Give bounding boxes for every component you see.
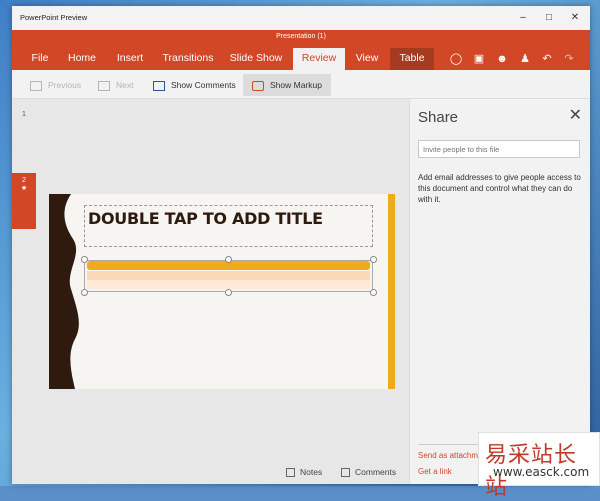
- undo-icon[interactable]: ↶: [540, 52, 554, 66]
- comments-label: Comments: [355, 467, 397, 477]
- resize-handle[interactable]: [225, 256, 232, 263]
- tab-home[interactable]: Home: [64, 48, 100, 70]
- resize-handle[interactable]: [370, 289, 377, 296]
- share-pane-title: Share: [418, 109, 459, 126]
- slide-table[interactable]: [84, 260, 373, 292]
- resize-handle[interactable]: [370, 256, 377, 263]
- get-a-link-link[interactable]: Get a link: [418, 467, 452, 476]
- slide-thumbnails: 1 2 ★: [12, 99, 36, 484]
- next-comment-icon: [98, 80, 110, 91]
- comments-pane-icon: [153, 80, 165, 91]
- ribbon: Presentation (1) File Home Insert Transi…: [12, 30, 590, 70]
- invite-people-input[interactable]: [418, 140, 580, 158]
- minimize-button[interactable]: –: [516, 11, 530, 25]
- markup-pen-icon: [252, 80, 264, 91]
- star-icon: ★: [20, 185, 28, 192]
- status-bar: Notes Comments: [12, 462, 409, 484]
- tab-slide-show[interactable]: Slide Show: [228, 48, 284, 70]
- comments-button[interactable]: Comments: [341, 467, 397, 478]
- tab-table[interactable]: Table: [390, 48, 434, 70]
- share-description: Add email addresses to give people acces…: [418, 173, 581, 204]
- slide-canvas[interactable]: DOUBLE TAP TO ADD TITLE: [49, 194, 395, 389]
- title-placeholder-text: DOUBLE TAP TO ADD TITLE: [88, 209, 323, 228]
- slide-1-number[interactable]: 1: [22, 111, 26, 118]
- resize-handle[interactable]: [225, 289, 232, 296]
- maximize-button[interactable]: □: [542, 11, 556, 25]
- show-markup-label: Show Markup: [270, 80, 322, 90]
- notes-button[interactable]: Notes: [286, 467, 323, 478]
- notes-icon: [286, 468, 295, 478]
- tab-transitions[interactable]: Transitions: [160, 48, 216, 70]
- comment-bubble-icon: [341, 468, 350, 478]
- share-people-icon[interactable]: ♟: [518, 52, 532, 66]
- show-markup-button[interactable]: Show Markup: [243, 74, 331, 96]
- show-comments-button[interactable]: Show Comments: [153, 74, 236, 96]
- close-window-button[interactable]: ✕: [568, 11, 582, 25]
- tab-review[interactable]: Review: [293, 48, 345, 70]
- notes-label: Notes: [300, 467, 323, 477]
- tab-view[interactable]: View: [352, 48, 382, 70]
- slide-2-number: 2: [22, 177, 26, 184]
- send-as-attachment-link[interactable]: Send as attachm: [418, 451, 478, 460]
- show-comments-label: Show Comments: [171, 80, 236, 90]
- next-label: Next: [116, 80, 134, 90]
- tab-insert[interactable]: Insert: [112, 48, 148, 70]
- tab-file[interactable]: File: [26, 48, 54, 70]
- table-row: [87, 271, 370, 280]
- previous-comment-icon: [30, 80, 42, 91]
- slide-workspace: 1 2 ★ DOUBLE TAP TO ADD TITLE Notes Comm…: [12, 99, 409, 484]
- present-icon[interactable]: ▣: [472, 52, 486, 66]
- previous-label: Previous: [48, 80, 82, 90]
- next-comment-button[interactable]: Next: [98, 74, 133, 96]
- previous-comment-button[interactable]: Previous: [30, 74, 81, 96]
- smiley-icon[interactable]: ☻: [495, 52, 509, 66]
- watermark-url: www.easck.com: [493, 465, 590, 479]
- app-window: PowerPoint Preview – □ ✕ Presentation (1…: [12, 6, 590, 484]
- lightbulb-icon[interactable]: ◯: [449, 52, 463, 66]
- slide-accent-bar: [388, 194, 395, 389]
- title-bar: PowerPoint Preview – □ ✕: [12, 6, 590, 30]
- slide-left-wave-decoration: [49, 194, 79, 389]
- app-title: PowerPoint Preview: [20, 13, 88, 22]
- resize-handle[interactable]: [81, 289, 88, 296]
- share-pane: Share ✕ Add email addresses to give peop…: [409, 99, 590, 484]
- resize-handle[interactable]: [81, 256, 88, 263]
- document-title: Presentation (1): [276, 33, 326, 40]
- redo-icon[interactable]: ↷: [562, 52, 576, 66]
- table-row: [87, 280, 370, 289]
- site-watermark: 易采站长站 www.easck.com: [478, 432, 600, 500]
- review-toolbar: Previous Next Show Comments Show Markup: [12, 70, 590, 99]
- title-placeholder[interactable]: DOUBLE TAP TO ADD TITLE: [84, 205, 373, 247]
- close-pane-icon[interactable]: ✕: [569, 108, 582, 124]
- slide-2-thumbnail[interactable]: 2 ★: [12, 173, 36, 229]
